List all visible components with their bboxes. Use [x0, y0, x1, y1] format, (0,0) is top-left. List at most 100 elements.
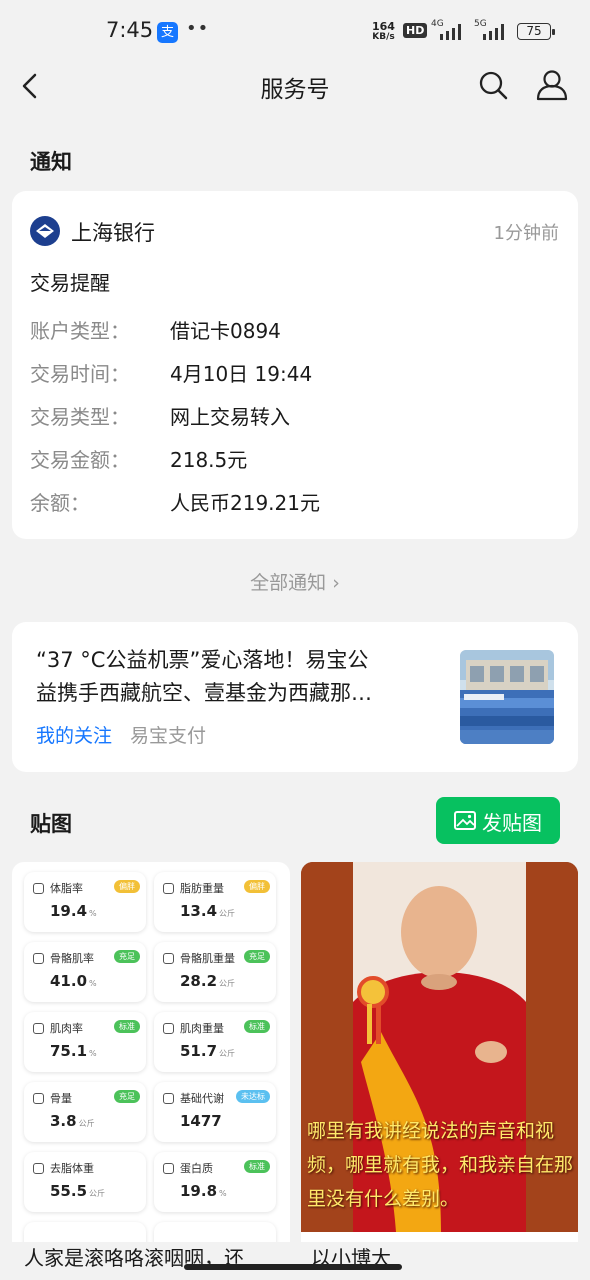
metric-card: 骨骼肌重量 28.2 公斤 充足 [154, 942, 276, 1002]
sticker-card-body-metrics[interactable]: 体脂率 19.4% 偏胖 脂肪重量 13.4 公斤 偏胖 骨骼肌率 41.0% 充… [12, 862, 290, 1242]
metric-card: 骨量 3.8 公斤 充足 [24, 1082, 146, 1142]
metric-value: 75.1% [50, 1042, 97, 1060]
article-title: “37 °C公益机票”爱心落地！易宝公 益携手西藏航空、壹基金为西藏那… [36, 644, 456, 710]
metric-badge: 充足 [114, 950, 140, 963]
article-source[interactable]: 易宝支付 [130, 721, 206, 748]
account-type-value: 借记卡0894 [170, 319, 281, 343]
metric-label: 基础代谢 [180, 1092, 224, 1105]
metric-icon [163, 953, 174, 964]
metric-label: 蛋白质 [180, 1162, 213, 1175]
metric-label: 骨量 [50, 1092, 72, 1105]
account-type-row: 账户类型： 借记卡0894 [30, 315, 560, 345]
metric-value: 28.2 公斤 [180, 972, 236, 990]
metric-value: 1477 [180, 1112, 222, 1130]
metric-card: 脂肪重量 13.4 公斤 偏胖 [154, 872, 276, 932]
profile-icon[interactable] [535, 69, 569, 101]
notice-time: 1分钟前 [493, 223, 559, 244]
article-thumbnail-image [460, 650, 554, 744]
alipay-notification-icon: 支 [157, 22, 178, 43]
metric-badge: 充足 [114, 1090, 140, 1103]
notice-heading: 交易提醒 [30, 271, 110, 295]
metric-card [24, 1222, 146, 1242]
right-feed-caption[interactable]: 以小博大 [311, 1242, 577, 1280]
balance-label: 余额： [30, 491, 90, 515]
post-sticker-button[interactable]: 发贴图 [436, 797, 560, 844]
more-notifications-icon: •• [186, 18, 210, 39]
transaction-type-value: 网上交易转入 [170, 405, 290, 429]
metric-badge: 偏胖 [244, 880, 270, 893]
all-notices-link[interactable]: 全部通知 › [0, 568, 590, 595]
metric-card: 肌肉率 75.1% 标准 [24, 1012, 146, 1072]
metric-label: 脂肪重量 [180, 882, 224, 895]
metric-icon [33, 1163, 44, 1174]
transaction-amount-value: 218.5元 [170, 448, 248, 472]
metric-icon [33, 1023, 44, 1034]
metric-label: 体脂率 [50, 882, 83, 895]
balance-row: 余额： 人民币219.21元 [30, 487, 560, 517]
network-speed: 164 KB/s [372, 21, 395, 43]
metric-card: 基础代谢 1477 未达标 [154, 1082, 276, 1142]
home-indicator[interactable] [184, 1264, 402, 1270]
metric-badge: 偏胖 [114, 880, 140, 893]
metric-badge: 充足 [244, 950, 270, 963]
metric-icon [33, 883, 44, 894]
post-sticker-label: 发贴图 [482, 811, 542, 835]
hd-voice-icon: HD [403, 23, 428, 38]
metric-icon [33, 1093, 44, 1104]
status-time: 7:45 [106, 18, 154, 42]
metric-value: 13.4 公斤 [180, 902, 236, 920]
metric-value: 3.8 公斤 [50, 1112, 95, 1130]
network-speed-unit: KB/s [372, 32, 395, 42]
transaction-time-label: 交易时间： [30, 362, 130, 386]
signal-1-icon [440, 24, 461, 40]
left-feed-caption[interactable]: 人家是滚咯咯滚咽咽，还 [24, 1242, 290, 1280]
shanghai-bank-logo-icon [30, 216, 60, 246]
battery-icon: 75 [517, 23, 555, 40]
metric-card: 体脂率 19.4% 偏胖 [24, 872, 146, 932]
metric-value: 51.7 公斤 [180, 1042, 236, 1060]
image-caption-overlay: 哪里有我讲经说法的声音和视频，哪里就有我，和我亲自在那里没有什么差别。 [307, 1120, 574, 1210]
header: 服务号 [0, 62, 590, 110]
metric-label: 骨骼肌重量 [180, 952, 235, 965]
bank-notice-card[interactable]: 上海银行 1分钟前 交易提醒 账户类型： 借记卡0894 交易时间： 4月10日… [12, 191, 578, 539]
metric-icon [163, 1163, 174, 1174]
metric-value: 19.4% [50, 902, 97, 920]
metric-card: 蛋白质 19.8% 标准 [154, 1152, 276, 1212]
metric-card [154, 1222, 276, 1242]
article-title-line2: 益携手西藏航空、壹基金为西藏那… [36, 681, 372, 705]
article-title-line1: “37 °C公益机票”爱心落地！易宝公 [36, 648, 369, 672]
metric-value: 19.8% [180, 1182, 227, 1200]
account-type-label: 账户类型： [30, 319, 130, 343]
metric-icon [33, 953, 44, 964]
metric-badge: 未达标 [236, 1090, 270, 1103]
signal-2-icon [483, 24, 504, 40]
transaction-time-value: 4月10日 19:44 [170, 362, 313, 386]
status-bar: 7:45 支 •• 164 KB/s HD 4G 5G 75 [0, 0, 590, 62]
bank-name: 上海银行 [71, 221, 155, 245]
transaction-type-label: 交易类型： [30, 405, 130, 429]
network-speed-value: 164 [372, 20, 395, 33]
sticker-card-monk[interactable]: 哪里有我讲经说法的声音和视频，哪里就有我，和我亲自在那里没有什么差别。 [301, 862, 578, 1242]
search-icon[interactable] [478, 70, 508, 100]
transaction-time-row: 交易时间： 4月10日 19:44 [30, 358, 560, 388]
metric-label: 肌肉重量 [180, 1022, 224, 1035]
transaction-type-row: 交易类型： 网上交易转入 [30, 401, 560, 431]
following-tag[interactable]: 我的关注 [36, 721, 112, 748]
transaction-amount-label: 交易金额： [30, 448, 130, 472]
metric-icon [163, 883, 174, 894]
metric-label: 去脂体重 [50, 1162, 94, 1175]
metric-value: 55.5 公斤 [50, 1182, 106, 1200]
image-icon [454, 811, 476, 830]
metric-card: 去脂体重 55.5 公斤 [24, 1152, 146, 1212]
metric-badge: 标准 [244, 1160, 270, 1173]
metric-value: 41.0% [50, 972, 97, 990]
article-card[interactable]: “37 °C公益机票”爱心落地！易宝公 益携手西藏航空、壹基金为西藏那… 我的关… [12, 622, 578, 772]
metric-badge: 标准 [114, 1020, 140, 1033]
balance-value: 人民币219.21元 [170, 491, 320, 515]
metric-card: 肌肉重量 51.7 公斤 标准 [154, 1012, 276, 1072]
metric-card: 骨骼肌率 41.0% 充足 [24, 942, 146, 1002]
sticker-section-title: 贴图 [30, 812, 72, 836]
notice-section-title: 通知 [30, 150, 72, 174]
metric-icon [163, 1093, 174, 1104]
metric-badge: 标准 [244, 1020, 270, 1033]
